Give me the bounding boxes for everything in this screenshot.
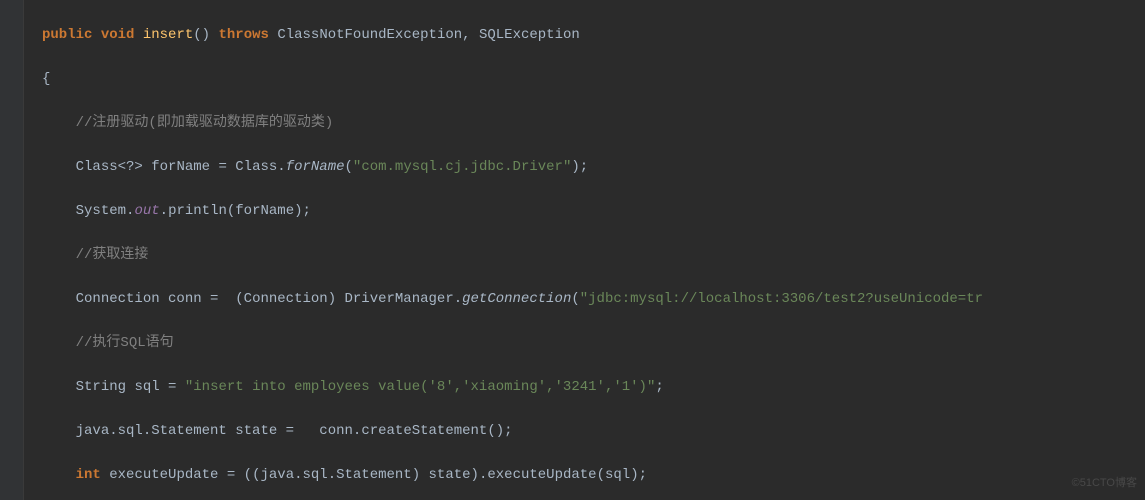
code-line: Class<?> forName = Class.forName("com.my… <box>42 156 1145 178</box>
code-line: Connection conn = (Connection) DriverMan… <box>42 288 1145 310</box>
code-area[interactable]: public void insert() throws ClassNotFoun… <box>24 0 1145 500</box>
code-line: public void insert() throws ClassNotFoun… <box>42 24 1145 46</box>
code-line: //执行SQL语句 <box>42 332 1145 354</box>
gutter <box>0 0 24 500</box>
code-line: int executeUpdate = ((java.sql.Statement… <box>42 464 1145 486</box>
code-line: //注册驱动(即加载驱动数据库的驱动类) <box>42 112 1145 134</box>
code-editor[interactable]: public void insert() throws ClassNotFoun… <box>0 0 1145 500</box>
code-line: System.out.println(forName); <box>42 200 1145 222</box>
code-line: String sql = "insert into employees valu… <box>42 376 1145 398</box>
code-line: //获取连接 <box>42 244 1145 266</box>
code-line: { <box>42 68 1145 90</box>
code-line: java.sql.Statement state = conn.createSt… <box>42 420 1145 442</box>
